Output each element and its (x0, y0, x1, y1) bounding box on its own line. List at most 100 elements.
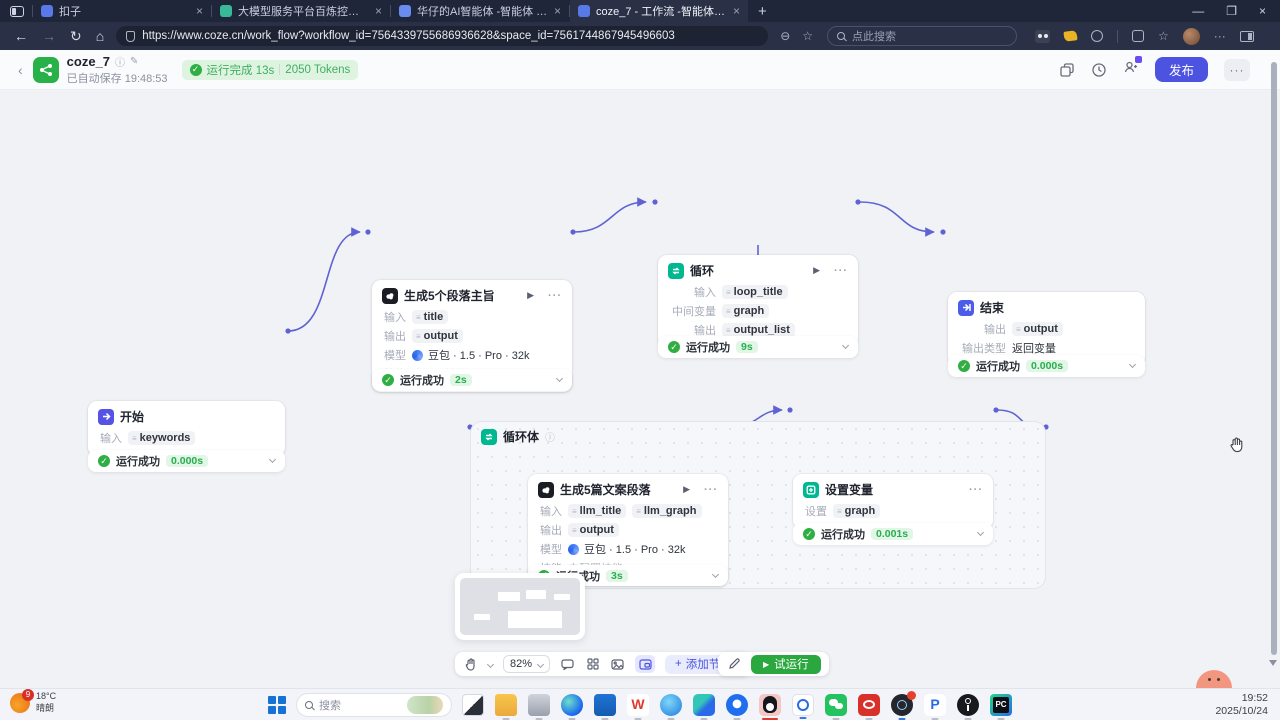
back-icon[interactable]: ← (14, 28, 28, 44)
microsoft-store-icon[interactable] (594, 694, 616, 716)
play-icon: ▶ (763, 660, 769, 669)
status-text: 运行成功 (116, 453, 160, 469)
duration-badge: 9s (736, 341, 758, 353)
edge-browser-icon[interactable] (561, 694, 583, 716)
extensions-menu-icon[interactable] (1091, 30, 1103, 42)
tencent-meeting-icon[interactable] (792, 694, 814, 716)
page-scrollbar[interactable] (1271, 62, 1277, 655)
favorites-icon[interactable]: ☆ (1158, 29, 1169, 43)
qq-browser-icon[interactable] (660, 694, 682, 716)
node-more-icon[interactable]: ··· (548, 290, 562, 302)
chevron-down-icon[interactable] (269, 456, 276, 463)
new-tab-button[interactable]: + (758, 3, 767, 20)
start-button[interactable] (268, 696, 286, 714)
sidebar-panel-icon[interactable] (1240, 31, 1254, 42)
extension-paw-icon[interactable] (1063, 30, 1077, 42)
canvas-minimap[interactable] (455, 573, 585, 640)
home-icon[interactable]: ⌂ (96, 28, 104, 44)
blue-orb-app-icon[interactable] (726, 694, 748, 716)
duplicate-icon[interactable] (1059, 62, 1075, 78)
tab-agent[interactable]: 华仔的AI智能体 -智能体 - 扣子 × (391, 0, 569, 22)
node-run-icon[interactable]: ▶ (683, 484, 690, 495)
refresh-icon[interactable]: ↻ (70, 28, 82, 45)
printer-app-icon[interactable] (528, 694, 550, 716)
back-chevron[interactable]: ‹ (18, 62, 23, 78)
node-more-icon[interactable]: ··· (704, 484, 718, 496)
map-pin-app-icon[interactable] (957, 694, 979, 716)
node-run-icon[interactable]: ▶ (527, 290, 534, 301)
zoom-level-value: 82% (510, 658, 532, 670)
node-set-variable[interactable]: 设置变量 ··· 设置 ≡graph (793, 474, 993, 529)
node-more-icon[interactable]: ··· (969, 484, 983, 496)
hand-tool-icon[interactable] (463, 658, 478, 671)
node-run-icon[interactable]: ▶ (813, 265, 820, 276)
collaboration-icon[interactable] (1123, 59, 1139, 80)
window-restore-button[interactable]: ❐ (1226, 4, 1237, 18)
url-text[interactable]: https://www.coze.cn/work_flow?workflow_i… (142, 30, 675, 42)
tab-close-icon[interactable]: × (733, 4, 740, 18)
wps-office-icon[interactable]: W (627, 694, 649, 716)
tab-bailian-console[interactable]: 大模型服务平台百炼控制台 × (212, 0, 390, 22)
minimap-toggle-icon[interactable] (635, 655, 655, 673)
zoom-level-select[interactable]: 82% (503, 655, 550, 673)
red-ring-app-icon[interactable] (858, 694, 880, 716)
browser-window-icon[interactable] (10, 6, 24, 17)
chevron-down-icon[interactable] (977, 529, 984, 536)
header-more-button[interactable]: ··· (1224, 59, 1250, 81)
qq-icon[interactable] (759, 694, 781, 716)
node-setvar-status[interactable]: ✓ 运行成功 0.001s (793, 523, 993, 545)
browser-menu-icon[interactable]: ··· (1214, 29, 1226, 43)
node-end-status[interactable]: ✓ 运行成功 0.000s (948, 355, 1145, 377)
bookmark-star-icon[interactable]: ☆ (802, 29, 813, 43)
node-start[interactable]: 开始 输入 ≡keywords (88, 401, 285, 456)
tab-close-icon[interactable]: × (554, 4, 561, 18)
history-icon[interactable] (1091, 62, 1107, 78)
pycharm-icon[interactable]: PC (990, 694, 1012, 716)
export-image-icon[interactable] (610, 658, 625, 671)
run-result-badge[interactable]: ✓ 运行完成 13s 2050 Tokens (182, 60, 359, 80)
workflow-canvas[interactable]: 循环体 ⓘ 开始 输入 ≡keywords ✓ 运行成功 0.000s 生成5个… (0, 90, 1280, 686)
node-start-status[interactable]: ✓ 运行成功 0.000s (88, 450, 285, 472)
taskbar-clock[interactable]: 19:52 2025/10/24 (1215, 692, 1268, 718)
forward-icon[interactable]: → (42, 28, 56, 44)
hand-tool-chevron-icon[interactable] (487, 660, 494, 667)
variable-chip: ≡llm_graph (632, 504, 701, 518)
debug-pen-icon[interactable] (726, 658, 741, 671)
quark-browser-icon[interactable] (693, 694, 715, 716)
scrollbar-down-arrow[interactable] (1269, 660, 1277, 666)
extension-dark-icon[interactable] (1035, 30, 1050, 43)
weather-widget[interactable]: 9 18°C 晴朗 (10, 691, 56, 714)
taskbar-search-box[interactable]: 搜索 (296, 693, 452, 717)
loop-body-icon (481, 429, 497, 445)
chevron-down-icon[interactable] (556, 375, 563, 382)
chevron-down-icon[interactable] (1129, 361, 1136, 368)
publish-button[interactable]: 发布 (1155, 57, 1208, 82)
tab-close-icon[interactable]: × (196, 4, 203, 18)
zoom-out-icon[interactable]: ⊖ (780, 29, 790, 43)
node-loop-status[interactable]: ✓ 运行成功 9s (658, 336, 858, 358)
window-close-button[interactable]: × (1259, 4, 1266, 18)
auto-layout-icon[interactable] (585, 658, 600, 671)
info-icon[interactable]: ⓘ (115, 54, 125, 69)
window-minimize-button[interactable]: — (1192, 4, 1204, 18)
node-loop[interactable]: 循环 ▶ ··· 输入 ≡loop_title 中间变量 ≡graph 输出 ≡… (658, 255, 858, 348)
tab-close-icon[interactable]: × (375, 4, 382, 18)
edit-title-icon[interactable]: ✎ (130, 56, 138, 67)
blue-p-app-icon[interactable]: P (924, 694, 946, 716)
chevron-down-icon[interactable] (712, 570, 719, 577)
file-explorer-icon[interactable] (495, 694, 517, 716)
browser-search-box[interactable]: 点此搜索 (827, 26, 1017, 46)
wechat-icon[interactable] (825, 694, 847, 716)
obs-like-app-icon[interactable] (891, 694, 913, 716)
node-more-icon[interactable]: ··· (834, 265, 848, 277)
downloads-icon[interactable] (1132, 30, 1144, 42)
test-run-button[interactable]: ▶ 试运行 (751, 655, 821, 674)
tab-coze7-workflow[interactable]: coze_7 - 工作流 -智能体平台 × (570, 0, 748, 22)
tab-kouzi[interactable]: 扣子 × (33, 0, 211, 22)
chevron-down-icon[interactable] (842, 342, 849, 349)
address-bar[interactable]: https://www.coze.cn/work_flow?workflow_i… (116, 26, 768, 46)
browser-profile-avatar[interactable] (1183, 28, 1200, 45)
comment-tool-icon[interactable] (560, 658, 575, 671)
task-view-icon[interactable] (462, 694, 484, 716)
node-gen5-status[interactable]: ✓ 运行成功 2s (372, 369, 572, 391)
